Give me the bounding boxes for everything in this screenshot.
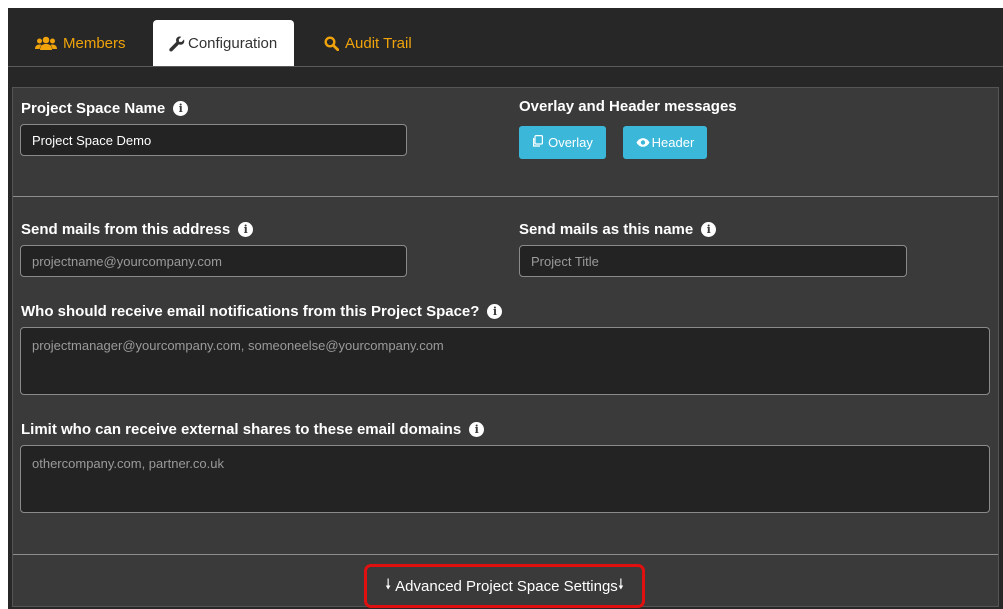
send-from-input[interactable] <box>20 245 407 277</box>
tab-members-label: Members <box>63 34 126 52</box>
app-frame: Members Configuration Audit Trail Projec… <box>8 8 1003 609</box>
tab-configuration[interactable]: Configuration <box>153 20 294 67</box>
tab-audit-label: Audit Trail <box>345 34 412 52</box>
limit-label-text: Limit who can receive external shares to… <box>21 421 462 438</box>
eye-icon <box>636 135 650 150</box>
copy-icon <box>532 135 544 150</box>
info-icon[interactable]: i <box>487 304 503 319</box>
info-icon[interactable]: i <box>469 422 485 437</box>
tab-audit-trail[interactable]: Audit Trail <box>318 20 438 66</box>
send-from-label: Send mails from this address i <box>21 221 254 238</box>
info-icon[interactable]: i <box>701 222 717 237</box>
configuration-panel: Project Space Name i Overlay and Header … <box>12 87 999 608</box>
info-icon[interactable]: i <box>238 222 254 237</box>
info-icon[interactable]: i <box>173 101 189 116</box>
bottom-divider <box>13 554 998 555</box>
send-from-label-text: Send mails from this address <box>21 221 231 238</box>
overlay-header-label-text: Overlay and Header messages <box>519 98 737 115</box>
header-button[interactable]: Header <box>623 126 707 159</box>
header-button-label: Header <box>651 135 695 150</box>
tab-members[interactable]: Members <box>18 20 140 66</box>
overlay-button-label: Overlay <box>548 135 593 150</box>
send-as-label-text: Send mails as this name <box>519 221 694 238</box>
section-divider <box>13 196 998 197</box>
limit-textarea[interactable] <box>20 445 990 513</box>
tab-configuration-label: Configuration <box>188 35 278 52</box>
notify-textarea[interactable] <box>20 327 990 395</box>
tab-divider <box>8 66 1003 67</box>
send-as-label: Send mails as this name i <box>519 221 717 238</box>
wrench-icon <box>169 35 185 52</box>
advanced-settings-label: Advanced Project Space Settings <box>395 577 618 595</box>
project-name-input[interactable] <box>20 124 407 156</box>
arrow-down-icon: 🠗 <box>617 576 624 592</box>
send-as-input[interactable] <box>519 245 907 277</box>
notify-label: Who should receive email notifications f… <box>21 303 503 320</box>
arrow-down-icon: 🠗 <box>385 576 392 592</box>
project-name-label: Project Space Name i <box>21 100 189 117</box>
users-icon <box>35 36 57 50</box>
notify-label-text: Who should receive email notifications f… <box>21 303 480 320</box>
project-name-label-text: Project Space Name <box>21 100 166 117</box>
limit-label: Limit who can receive external shares to… <box>21 421 485 438</box>
overlay-button[interactable]: Overlay <box>519 126 606 159</box>
advanced-settings-toggle[interactable]: 🠗 Advanced Project Space Settings 🠗 <box>364 564 645 608</box>
search-icon <box>324 35 339 51</box>
overlay-header-label: Overlay and Header messages <box>519 98 737 115</box>
